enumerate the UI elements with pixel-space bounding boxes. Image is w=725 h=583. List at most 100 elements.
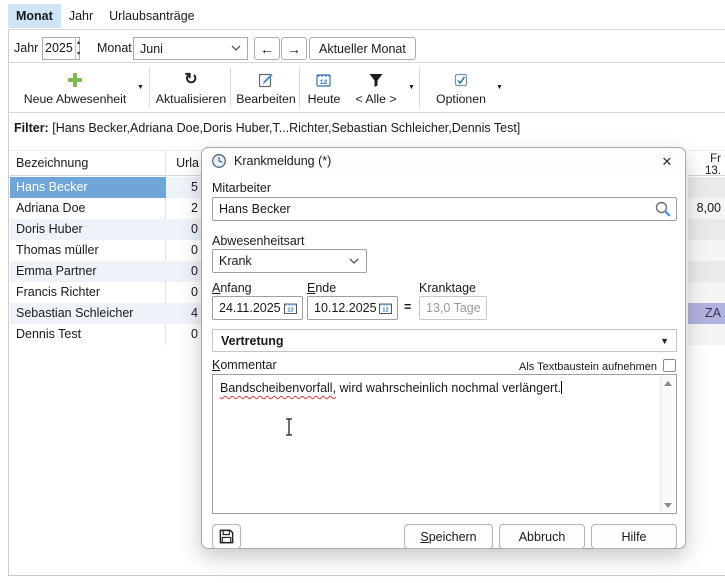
new-absence-button[interactable]: Neue Abwesenheit [16,66,134,110]
kommentar-textarea[interactable]: Bandscheibenvorfall, wird wahrscheinlich… [212,374,677,514]
clock-icon [211,153,227,169]
column-header-bezeichnung[interactable]: Bezeichnung [10,150,166,176]
urlaub-cell: 4 [166,303,201,324]
options-label: Optionen [436,92,486,106]
tab-urlaubsantraege-label: Urlaubsanträge [109,9,194,23]
hilfe-button[interactable]: Hilfe [591,524,677,549]
current-month-button[interactable]: Aktueller Monat [309,37,416,60]
table-row[interactable]: Hans Becker [10,177,166,198]
mitarbeiter-input[interactable]: Hans Becker [212,197,677,221]
plus-icon [66,71,84,90]
krankmeldung-dialog: Krankmeldung (*) ✕ Mitarbeiter Hans Beck… [201,147,686,549]
scroll-up-icon[interactable] [661,376,674,390]
urlaub-cell: 2 [166,198,201,219]
tab-urlaubsantraege[interactable]: Urlaubsanträge [101,4,202,28]
tab-monat[interactable]: Monat [8,4,61,28]
table-row[interactable]: Dennis Test [10,324,166,345]
filter-bar: Filter: [Hans Becker,Adriana Doe,Doris H… [14,121,520,135]
filter-all-dropdown[interactable]: ▼ [408,84,415,91]
filter-value: [Hans Becker,Adriana Doe,Doris Huber,T..… [52,121,520,135]
mitarbeiter-label: Mitarbeiter [212,181,271,195]
refresh-icon: ↻ [184,71,197,90]
refresh-label: Aktualisieren [156,92,226,106]
ende-rest: nde [315,281,336,295]
textbaustein-checkbox[interactable] [663,359,676,372]
table-row[interactable]: Adriana Doe [10,198,166,219]
calendar-picker-icon[interactable]: 12 [283,301,298,315]
prev-month-button[interactable]: ← [254,37,280,60]
application-window: Monat Jahr Urlaubsanträge Jahr 2025 ▲ ▼ … [0,0,725,583]
toolbar-separator-bottom [8,112,725,113]
anfang-value: 24.11.2025 [219,301,281,315]
year-value[interactable]: 2025 [43,38,75,59]
toolbar-separator [419,67,420,108]
abwesenheitsart-select[interactable]: Krank [212,249,367,273]
close-icon[interactable]: ✕ [657,152,677,171]
column-header-urlaub[interactable]: Urla [166,150,201,176]
next-month-button[interactable]: → [281,37,307,60]
left-arrow-icon: ← [260,41,274,57]
tabs-separator [8,29,725,30]
tab-jahr-label: Jahr [69,9,93,23]
refresh-button[interactable]: ↻ Aktualisieren [154,66,228,110]
year-spinner[interactable]: 2025 ▲ ▼ [42,37,80,60]
speichern-rest: peichern [429,530,477,544]
anfang-date-input[interactable]: 24.11.2025 12 [212,296,303,320]
calendar-picker-icon[interactable]: 12 [378,301,393,315]
filter-icon [368,71,384,90]
ende-date-input[interactable]: 10.12.2025 12 [307,296,398,320]
kranktage-readonly-field: 13,0 Tage [419,296,487,320]
speichern-button[interactable]: Speichern [404,524,493,549]
table-row[interactable]: Emma Partner [10,261,166,282]
day-cell [688,261,725,282]
abbruch-button[interactable]: Abbruch [499,524,585,549]
calendar-icon: 12 [315,71,333,90]
filter-all-button[interactable]: < Alle > [348,66,404,110]
options-button[interactable]: Optionen [432,66,490,110]
text-caret [561,381,562,394]
kranktage-value: 13,0 Tage [426,301,481,315]
kommentar-text: Bandscheibenvorfall, wird wahrscheinlich… [220,380,654,397]
kommentar-text-rest: wird wahrscheinlich nochmal verlängert. [336,381,561,395]
right-arrow-icon: → [287,41,301,57]
save-icon-button[interactable] [212,524,241,549]
year-down-button[interactable]: ▼ [76,49,81,60]
urlaub-cell: 5 [166,177,201,198]
month-select[interactable]: Juni [133,37,248,60]
table-row[interactable]: Francis Richter [10,282,166,303]
scroll-down-icon[interactable] [661,498,674,512]
day-cell-za-badge: ZA [688,303,725,324]
column-header-day-line2: 13. [688,165,721,177]
controls-separator [8,62,725,63]
filter-label: Filter: [14,121,49,135]
year-up-button[interactable]: ▲ [76,38,81,49]
column-header-day[interactable]: Fr 13. [688,150,725,176]
textarea-scrollbar[interactable] [660,376,675,512]
tab-jahr[interactable]: Jahr [61,4,101,28]
kommentar-label: Kommentar [212,358,277,372]
day-cell [688,324,725,345]
dialog-title: Krankmeldung (*) [234,154,331,168]
options-dropdown[interactable]: ▼ [496,84,503,91]
search-icon[interactable] [654,200,672,218]
anfang-label: Anfang [212,281,252,295]
day-cell [688,282,725,303]
mitarbeiter-value: Hans Becker [219,202,291,216]
edit-label: Bearbeiten [236,92,295,106]
vertretung-expander[interactable]: Vertretung ▼ [212,329,677,352]
floppy-disk-icon [218,528,235,545]
table-row[interactable]: Doris Huber [10,219,166,240]
table-row[interactable]: Thomas müller [10,240,166,261]
abwesenheitsart-label: Abwesenheitsart [212,234,304,248]
dialog-titlebar[interactable]: Krankmeldung (*) [202,148,685,174]
edit-button[interactable]: Bearbeiten [235,66,297,110]
main-tabs: Monat Jahr Urlaubsanträge [8,4,203,28]
textbaustein-label: Als Textbaustein aufnehmen [519,361,657,373]
ende-value: 10.12.2025 [314,301,377,315]
chevron-down-icon [349,258,359,265]
table-row[interactable]: Sebastian Schleicher [10,303,166,324]
today-button[interactable]: 12 Heute [303,66,345,110]
new-absence-dropdown[interactable]: ▼ [137,84,144,91]
column-header-day-line1: Fr [688,153,721,165]
filter-all-label: < Alle > [355,92,396,106]
